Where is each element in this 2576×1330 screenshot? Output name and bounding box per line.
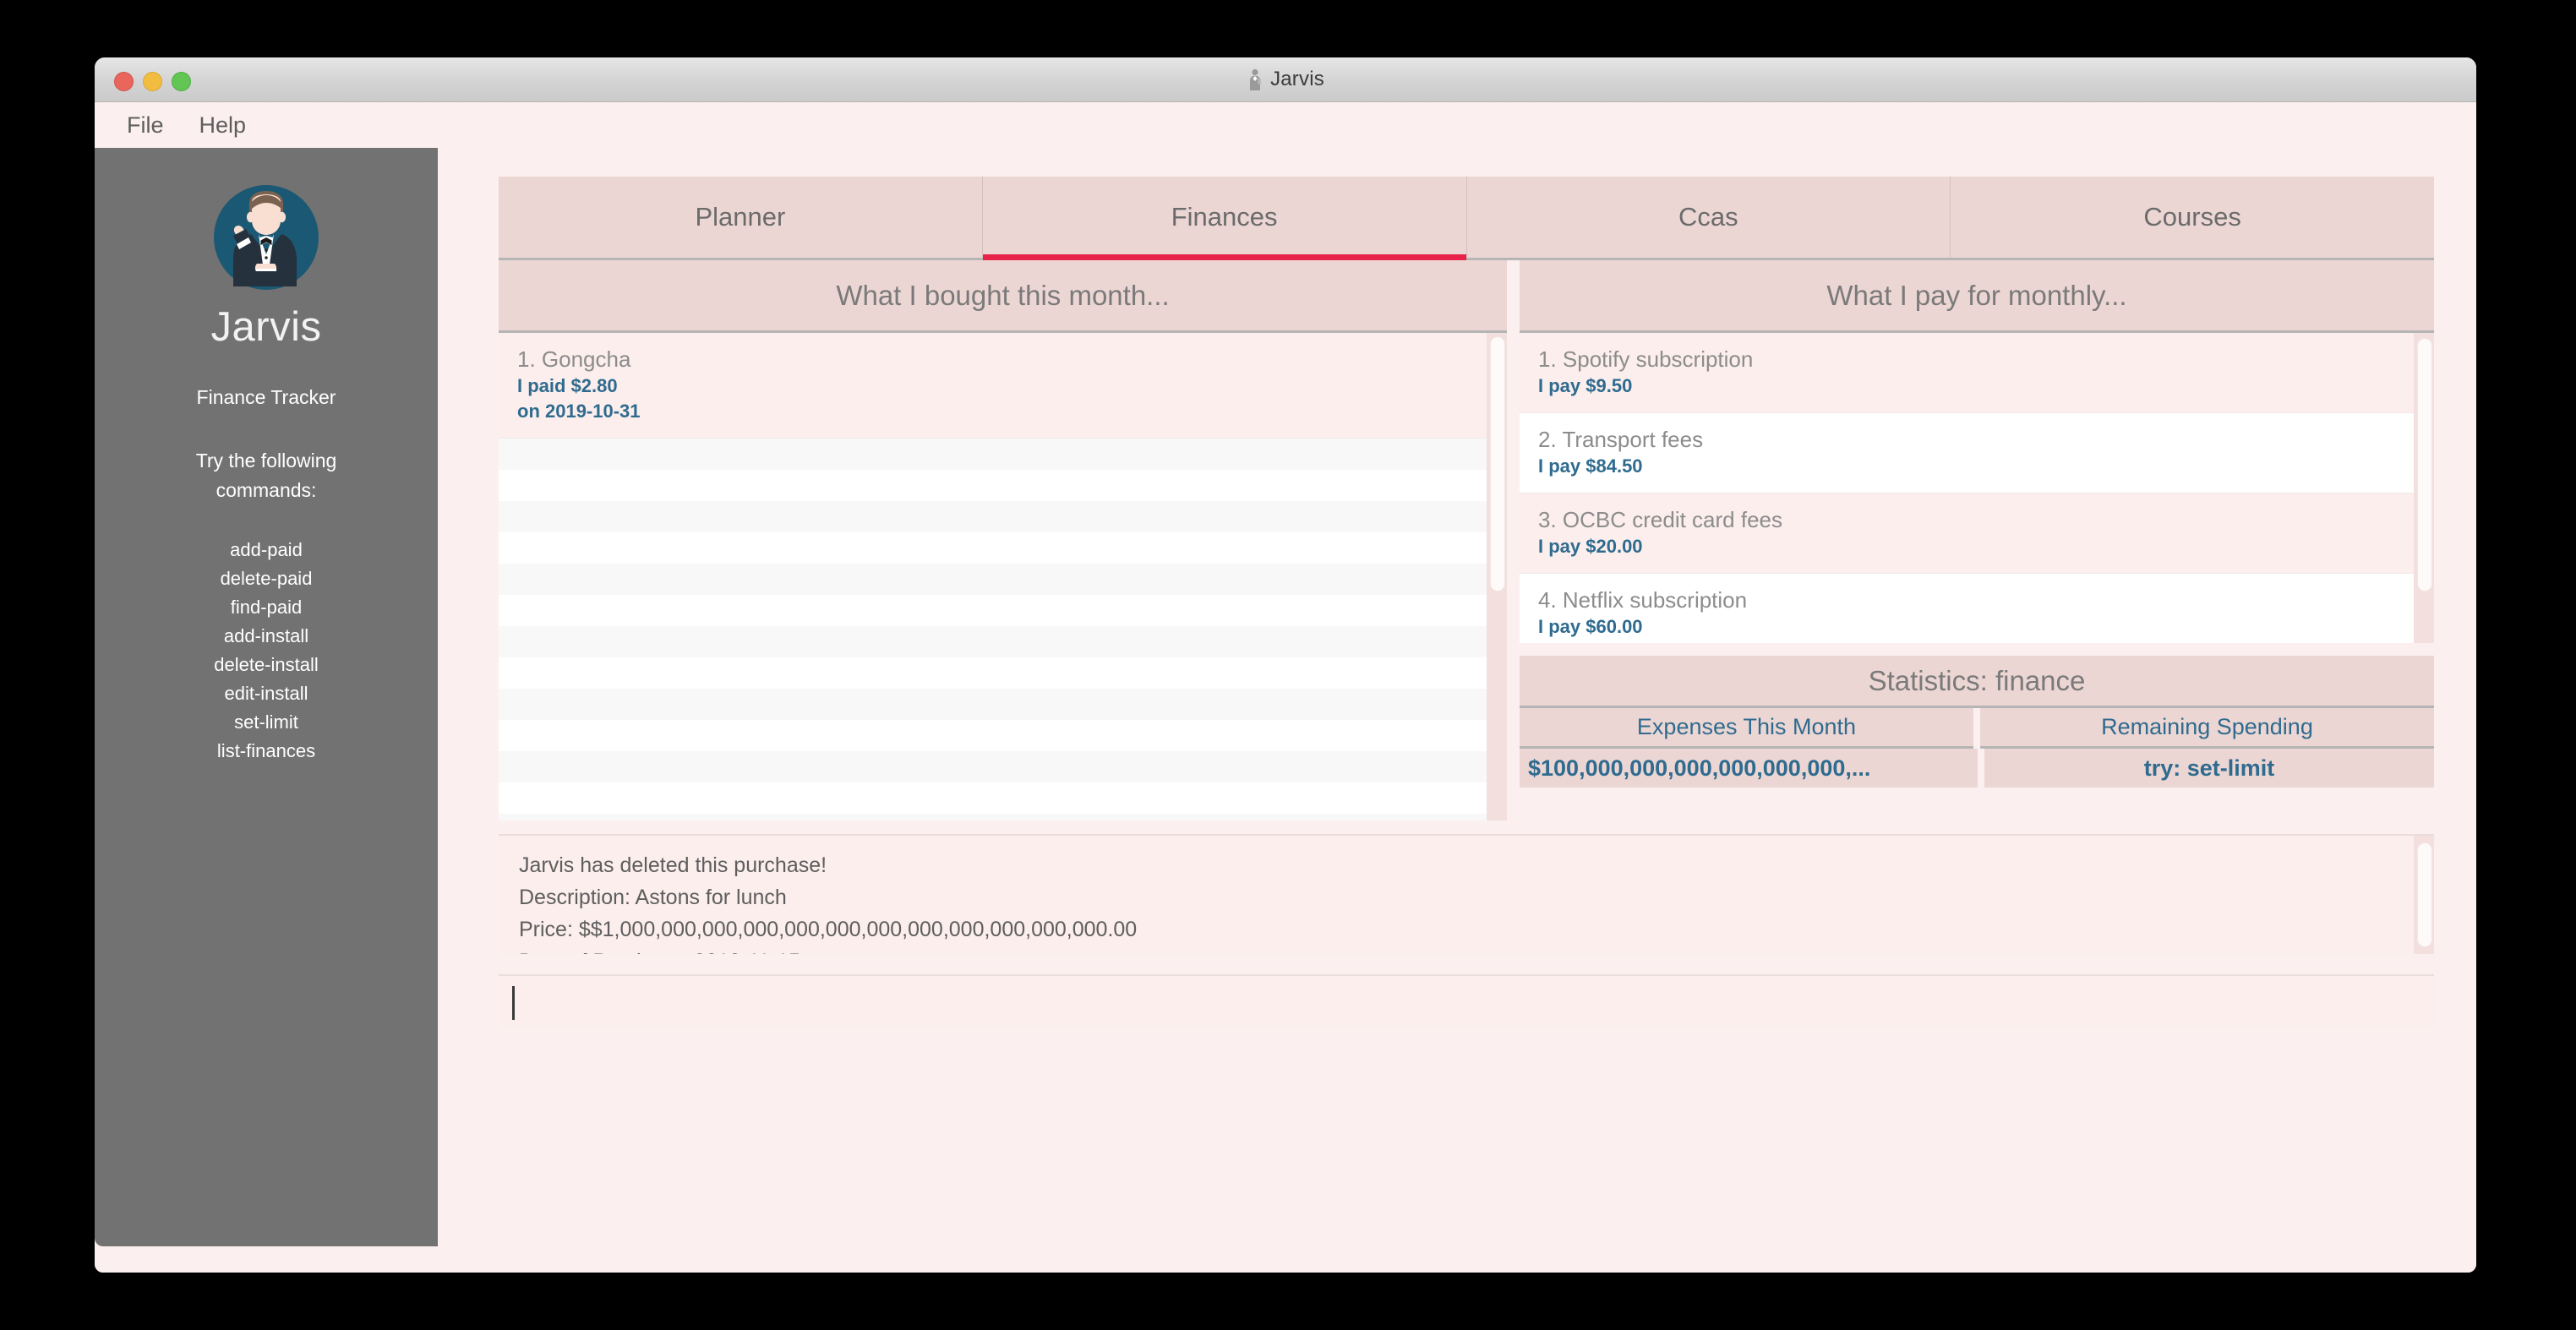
installment-title: 1. Spotify subscription: [1538, 345, 2395, 373]
installments-list[interactable]: 1. Spotify subscriptionI pay $9.502. Tra…: [1520, 333, 2434, 643]
title-bar: Jarvis: [95, 57, 2476, 102]
installment-amount: I pay $84.50: [1538, 454, 2395, 479]
text-caret: [512, 986, 515, 1020]
commands-heading-line: Try the following: [95, 446, 438, 476]
purchase-row-empty[interactable]: [499, 626, 1487, 657]
menu-item-file[interactable]: File: [127, 112, 164, 139]
purchase-date: on 2019-10-31: [517, 399, 1468, 424]
stat-value-remaining: try: set-limit: [1984, 749, 2434, 788]
command-add-paid: add-paid: [95, 536, 438, 564]
installment-title: 3. OCBC credit card fees: [1538, 505, 2395, 534]
purchases-list[interactable]: 1. GongchaI paid $2.80on 2019-10-31: [499, 333, 1507, 820]
command-list-finances: list-finances: [95, 737, 438, 766]
purchase-row-empty[interactable]: [499, 751, 1487, 782]
window-title: Jarvis: [1270, 68, 1324, 91]
purchase-row-empty[interactable]: [499, 689, 1487, 720]
command-input-box[interactable]: [499, 974, 2434, 1027]
purchase-row-empty[interactable]: [499, 501, 1487, 532]
menu-item-help[interactable]: Help: [199, 112, 247, 139]
tab-bar: PlannerFinancesCcasCourses: [499, 177, 2434, 260]
purchases-header: What I bought this month...: [499, 260, 1507, 333]
tab-ccas[interactable]: Ccas: [1467, 177, 1951, 258]
commands-heading-line: commands:: [95, 476, 438, 505]
purchase-row-empty[interactable]: [499, 564, 1487, 595]
installments-scrollbar[interactable]: [2414, 333, 2434, 643]
commands-list: add-paiddelete-paidfind-paidadd-installd…: [95, 536, 438, 766]
command-add-install: add-install: [95, 622, 438, 651]
purchase-row[interactable]: 1. GongchaI paid $2.80on 2019-10-31: [499, 333, 1487, 439]
app-window: Jarvis File Help: [95, 57, 2476, 1273]
installment-amount: I pay $9.50: [1538, 373, 2395, 399]
statistics-header-row: Expenses This Month Remaining Spending: [1520, 708, 2434, 749]
command-delete-install: delete-install: [95, 651, 438, 679]
purchase-title: 1. Gongcha: [517, 345, 1468, 373]
brand-name: Jarvis: [95, 303, 438, 351]
result-scrollbar-thumb[interactable]: [2417, 842, 2432, 947]
installment-row[interactable]: 3. OCBC credit card feesI pay $20.00: [1520, 493, 2414, 574]
installment-row[interactable]: 4. Netflix subscriptionI pay $60.00: [1520, 574, 2414, 643]
installment-row[interactable]: 1. Spotify subscriptionI pay $9.50: [1520, 333, 2414, 413]
purchase-row-empty[interactable]: [499, 814, 1487, 820]
butler-avatar: [212, 183, 320, 292]
sidebar: Jarvis Finance Tracker Try the following…: [95, 148, 438, 1246]
brand-subtitle: Finance Tracker: [95, 386, 438, 409]
installment-row[interactable]: 2. Transport feesI pay $84.50: [1520, 413, 2414, 493]
stat-value-expenses: $100,000,000,000,000,000,000,...: [1520, 749, 1978, 788]
window-title-group: Jarvis: [95, 57, 2476, 101]
purchase-row-empty[interactable]: [499, 720, 1487, 751]
purchases-column: What I bought this month... 1. GongchaI …: [499, 260, 1507, 820]
installments-column: What I pay for monthly... 1. Spotify sub…: [1520, 260, 2434, 820]
installments-header: What I pay for monthly...: [1520, 260, 2434, 333]
purchase-row-empty[interactable]: [499, 470, 1487, 501]
tab-courses[interactable]: Courses: [1951, 177, 2434, 258]
installments-scrollbar-thumb[interactable]: [2417, 338, 2432, 591]
tab-finances[interactable]: Finances: [983, 177, 1467, 258]
statistics-value-row: $100,000,000,000,000,000,000,... try: se…: [1520, 749, 2434, 788]
command-edit-install: edit-install: [95, 679, 438, 708]
stat-header-expenses: Expenses This Month: [1520, 708, 1973, 749]
result-scrollbar[interactable]: [2414, 836, 2434, 954]
statistics-section: Statistics: finance Expenses This Month …: [1520, 656, 2434, 788]
command-delete-paid: delete-paid: [95, 564, 438, 593]
purchase-row-empty[interactable]: [499, 439, 1487, 470]
purchases-scrollbar[interactable]: [1487, 333, 1507, 820]
purchase-row-empty[interactable]: [499, 595, 1487, 626]
commands-heading: Try the followingcommands:: [95, 446, 438, 505]
menu-bar: File Help: [95, 102, 2476, 148]
purchase-amount: I paid $2.80: [517, 373, 1468, 399]
installment-amount: I pay $20.00: [1538, 534, 2395, 559]
purchase-row-empty[interactable]: [499, 657, 1487, 689]
app-body: Jarvis Finance Tracker Try the following…: [95, 148, 2476, 1273]
butler-icon: [1247, 68, 1263, 90]
installment-amount: I pay $60.00: [1538, 614, 2395, 640]
purchase-row-empty[interactable]: [499, 532, 1487, 564]
command-find-paid: find-paid: [95, 593, 438, 622]
result-display[interactable]: Jarvis has deleted this purchase! Descri…: [499, 834, 2434, 954]
command-set-limit: set-limit: [95, 708, 438, 737]
main-content: PlannerFinancesCcasCourses What I bought…: [438, 148, 2476, 1273]
installment-title: 4. Netflix subscription: [1538, 586, 2395, 614]
result-text: Jarvis has deleted this purchase! Descri…: [499, 836, 2434, 954]
tab-planner[interactable]: Planner: [499, 177, 983, 258]
purchase-row-empty[interactable]: [499, 782, 1487, 814]
statistics-title: Statistics: finance: [1520, 656, 2434, 708]
stat-header-remaining: Remaining Spending: [1980, 708, 2434, 749]
installment-title: 2. Transport fees: [1538, 425, 2395, 454]
purchases-scrollbar-thumb[interactable]: [1490, 336, 1505, 591]
panels-row: What I bought this month... 1. GongchaI …: [499, 260, 2434, 820]
